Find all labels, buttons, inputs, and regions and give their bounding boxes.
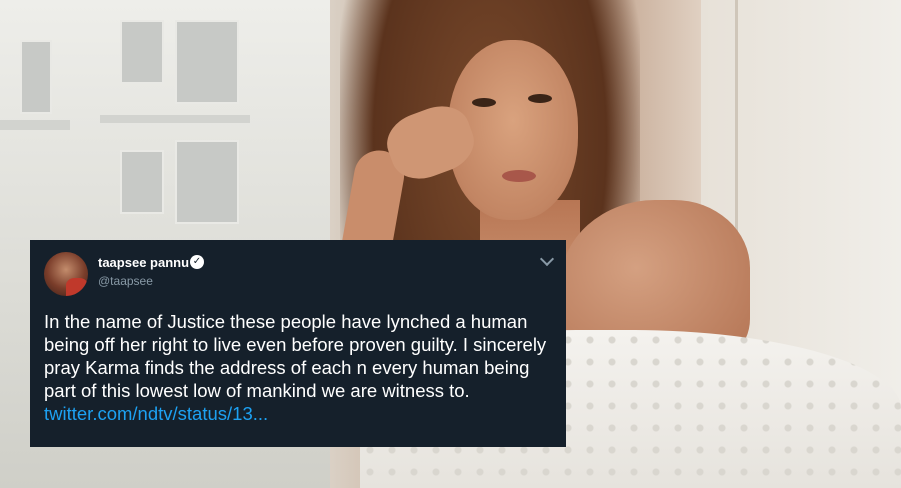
display-name[interactable]: taapsee pannu [98,255,189,270]
balcony [100,115,250,123]
avatar[interactable] [44,252,88,296]
tweet-text: In the name of Justice these people have… [44,310,554,425]
tweet-body: In the name of Justice these people have… [44,311,547,401]
window [175,140,239,224]
window [120,150,164,214]
tweet-link[interactable]: twitter.com/ndtv/status/13... [44,403,268,424]
balcony [0,120,70,130]
chevron-down-icon[interactable] [539,251,555,267]
window [175,20,239,104]
lips [502,170,536,182]
tweet-card[interactable]: taapsee pannu ✓ @taapsee In the name of … [30,240,566,447]
verified-badge-icon: ✓ [190,255,204,269]
user-handle[interactable]: @taapsee [98,274,153,288]
right-eye [528,94,552,103]
left-eye [472,98,496,107]
avatar-detail [66,278,88,296]
window [120,20,164,84]
window [20,40,52,114]
